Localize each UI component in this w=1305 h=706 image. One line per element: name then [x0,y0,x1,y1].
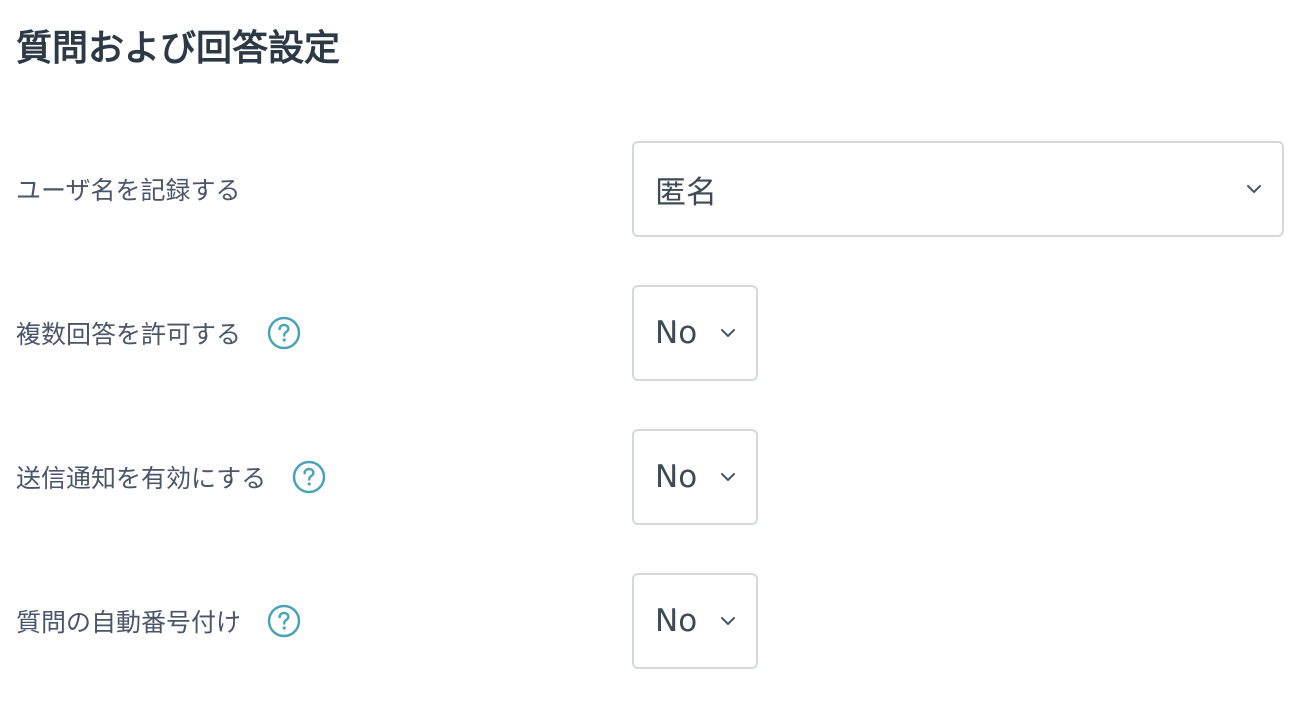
setting-label: 複数回答を許可する [16,285,301,381]
setting-label-text: 複数回答を許可する [16,320,242,349]
setting-row-enable-notifications: 送信通知を有効にする No [0,429,1305,525]
chevron-down-icon [1247,185,1261,193]
auto-number-questions-select[interactable]: No [632,573,758,669]
setting-label-text: 質問の自動番号付け [16,608,242,637]
chevron-down-icon [721,617,735,625]
page-title: 質問および回答設定 [16,28,341,69]
setting-label: ユーザ名を記録する [16,141,241,237]
setting-label: 質問の自動番号付け [16,573,301,669]
allow-multiple-answers-select[interactable]: No [632,285,758,381]
question-circle-icon[interactable] [267,316,301,350]
setting-label-text: ユーザ名を記録する [16,176,241,205]
setting-label: 送信通知を有効にする [16,429,326,525]
select-value: No [655,603,698,639]
setting-label-text: 送信通知を有効にする [16,464,267,493]
question-circle-icon[interactable] [292,460,326,494]
chevron-down-icon [721,473,735,481]
record-username-select[interactable]: 匿名 [632,141,1284,237]
chevron-down-icon [721,329,735,337]
select-value: No [655,459,698,495]
setting-row-allow-multiple-answers: 複数回答を許可する No [0,285,1305,381]
select-value: 匿名 [655,174,717,211]
question-circle-icon[interactable] [267,604,301,638]
select-value: No [655,315,698,351]
enable-notifications-select[interactable]: No [632,429,758,525]
setting-row-record-username: ユーザ名を記録する 匿名 [0,141,1305,237]
setting-row-auto-number-questions: 質問の自動番号付け No [0,573,1305,669]
